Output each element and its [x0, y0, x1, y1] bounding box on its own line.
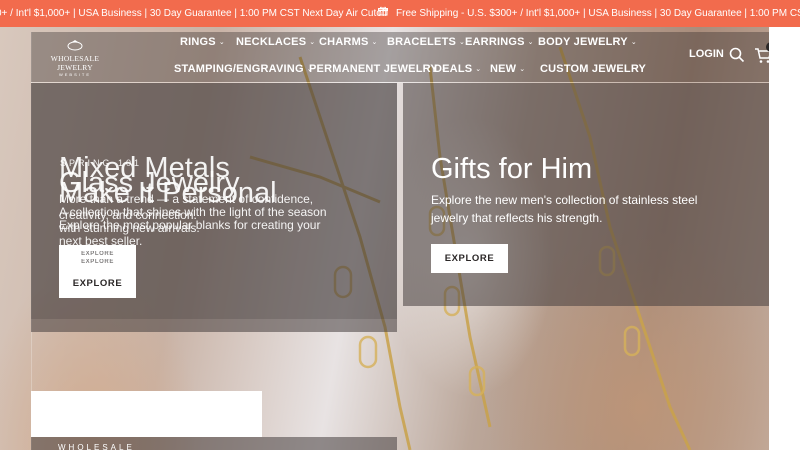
nav-label: EARRINGS [465, 36, 525, 48]
nav-necklaces[interactable]: NECKLACES ⌄ [236, 36, 315, 48]
chevron-down-icon: ⌄ [309, 39, 316, 46]
announcement-bar: 0+ / Int'l $1,000+ | USA Business | 30 D… [0, 0, 800, 27]
announcement-text: Free Shipping - U.S. $300+ / Int'l $1,00… [396, 8, 800, 19]
explore-button-ghost-label: EXPLORE [81, 251, 114, 257]
chevron-down-icon: ⌄ [519, 66, 526, 73]
chevron-down-icon: ⌄ [371, 39, 378, 46]
explore-button-ghost-label: EXPLORE [81, 259, 114, 265]
promo-title-gifts-for-him: Gifts for Him [431, 153, 593, 185]
logo-subtitle: WEBSITE [58, 72, 91, 77]
search-icon[interactable] [729, 47, 745, 63]
nav-label: STAMPING/ENGRAVING [174, 63, 304, 75]
promo-eyebrow-bottom: WHOLESALE [58, 443, 135, 452]
chevron-down-icon: ⌄ [527, 39, 534, 46]
chevron-down-icon: ⌄ [475, 66, 482, 73]
nav-charms[interactable]: CHARMS ⌄ [319, 36, 378, 48]
logo-ring-icon [33, 40, 117, 54]
explore-button-right[interactable]: EXPLORE [431, 244, 508, 273]
nav-label: CHARMS [319, 36, 369, 48]
explore-button-left[interactable]: EXPLORE EXPLORE EXPLORE [59, 245, 136, 298]
page-gutter-right [769, 27, 800, 450]
login-link[interactable]: LOGIN [689, 48, 724, 60]
nav-label: PERMANENT JEWELRY [309, 63, 438, 75]
site-logo[interactable]: WHOLESALE JEWELRY WEBSITE [33, 40, 117, 78]
announcement-message: Free Shipping - U.S. $300+ / Int'l $1,00… [378, 0, 800, 27]
nav-custom-jewelry[interactable]: CUSTOM JEWELRY [540, 63, 646, 75]
nav-stamping-engraving[interactable]: STAMPING/ENGRAVING ⌄ [174, 63, 313, 75]
site-header: WHOLESALE JEWELRY WEBSITE RINGS ⌄ NECKLAC… [31, 32, 776, 83]
nav-bracelets[interactable]: BRACELETS ⌄ [387, 36, 465, 48]
chevron-down-icon: ⌄ [218, 39, 225, 46]
promo-desc-gifts: Explore the new men's collection of stai… [431, 193, 698, 225]
content-card [31, 391, 262, 437]
nav-label: CUSTOM JEWELRY [540, 63, 647, 75]
nav-label: NEW [490, 63, 517, 75]
nav-label: DEALS [434, 63, 473, 75]
nav-new[interactable]: NEW ⌄ [490, 63, 525, 75]
nav-permanent-jewelry[interactable]: PERMANENT JEWELRY ⌄ [309, 63, 447, 75]
nav-label: BRACELETS [387, 36, 457, 48]
logo-name: WHOLESALE JEWELRY [50, 54, 100, 72]
nav-body-jewelry[interactable]: BODY JEWELRY ⌄ [538, 36, 637, 48]
nav-label: NECKLACES [236, 36, 307, 48]
nav-deals[interactable]: DEALS ⌄ [434, 63, 481, 75]
explore-button-label: EXPLORE [72, 278, 123, 289]
chevron-down-icon: ⌄ [630, 39, 637, 46]
nav-rings[interactable]: RINGS ⌄ [180, 36, 225, 48]
gift-icon [378, 0, 388, 27]
announcement-text-left: 0+ / Int'l $1,000+ | USA Business | 30 D… [0, 8, 388, 19]
nav-label: BODY JEWELRY [538, 36, 628, 48]
nav-label: RINGS [180, 36, 216, 48]
nav-earrings[interactable]: EARRINGS ⌄ [465, 36, 534, 48]
